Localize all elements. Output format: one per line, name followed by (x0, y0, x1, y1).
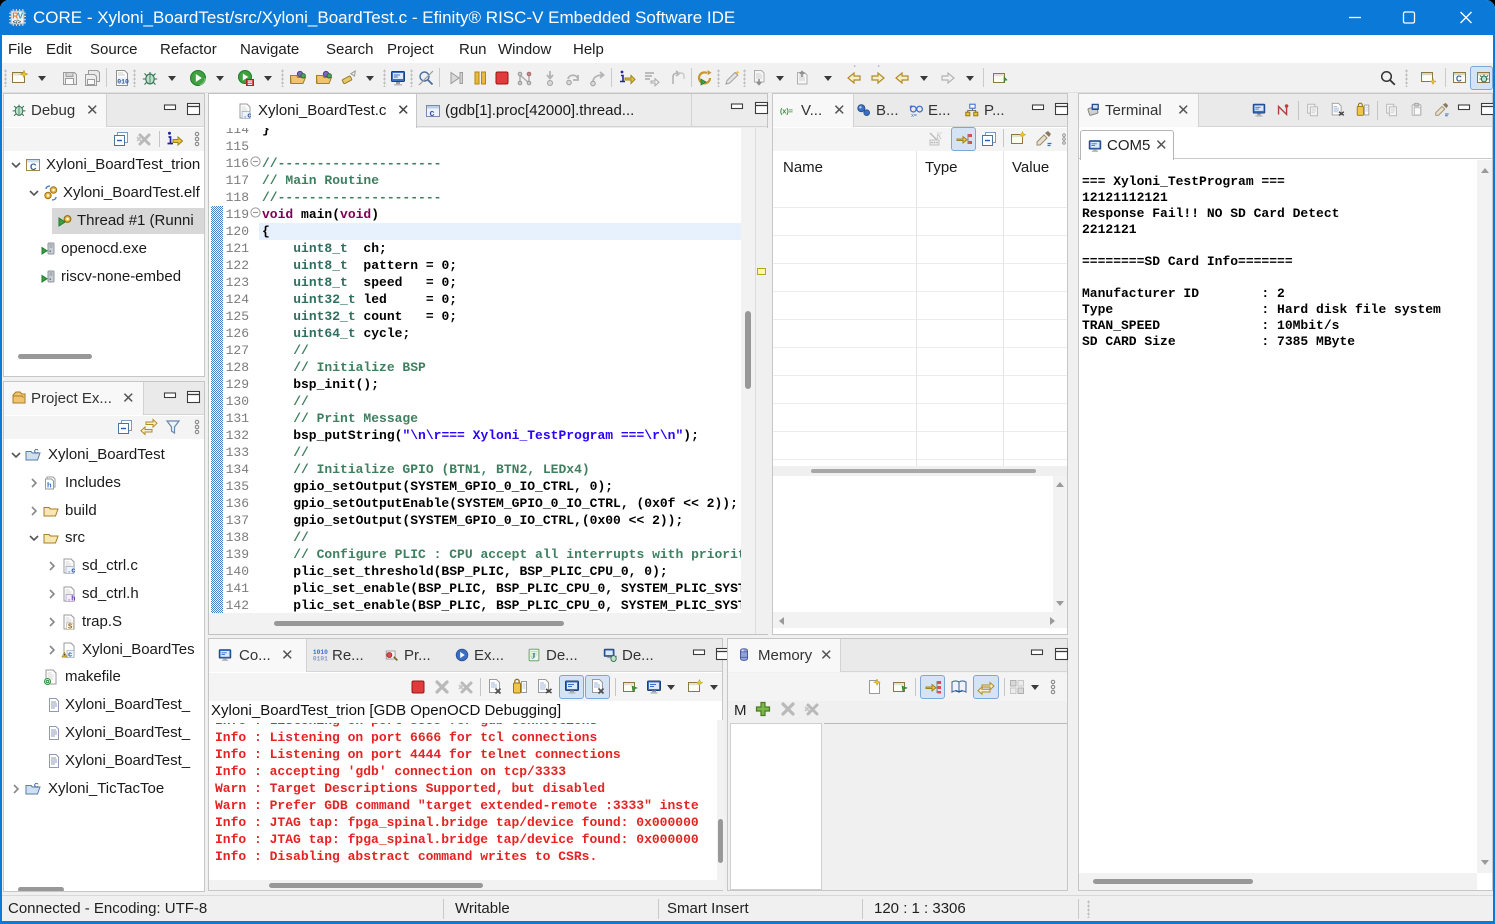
svg-text:c: c (430, 108, 435, 118)
